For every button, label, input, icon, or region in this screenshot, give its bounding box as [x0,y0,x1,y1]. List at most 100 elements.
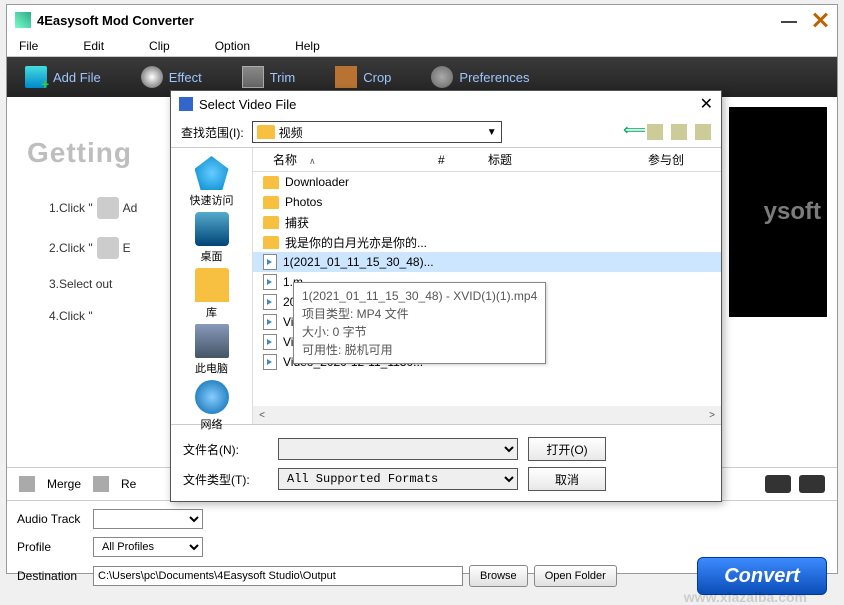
app-icon [15,12,31,28]
minimize-button[interactable] [781,21,797,23]
sidebar-desktop[interactable]: 桌面 [195,212,229,264]
video-file-icon [263,334,277,350]
video-file-icon [263,354,277,370]
sidebar-libraries[interactable]: 库 [195,268,229,320]
menu-clip[interactable]: Clip [149,39,170,53]
trim-button[interactable]: Trim [242,66,296,88]
preferences-button[interactable]: Preferences [431,66,529,88]
col-title[interactable]: 标题 [478,151,638,168]
sort-asc-icon: ∧ [299,156,316,166]
menu-file[interactable]: File [19,39,38,53]
list-item-selected[interactable]: 1(2021_01_11_15_30_48)... [253,252,721,272]
file-list-pane: 名称∧ # 标题 参与创 Downloader Photos 捕获 我是你的白月… [253,148,721,424]
file-tooltip: 1(2021_01_11_15_30_48) - XVID(1)(1).mp4 … [293,282,546,364]
network-icon [195,380,229,414]
list-item[interactable]: 捕获 [253,212,721,232]
sidebar-quick-access[interactable]: 快速访问 [190,156,234,208]
close-button[interactable] [811,11,829,29]
browse-button[interactable]: Browse [469,565,528,587]
filename-input[interactable] [278,438,518,460]
step-add-icon [97,197,119,219]
file-dialog: Select Video File ✕ 查找范围(I): 视频 ▼ ⟸ 快速访问… [170,90,722,502]
pc-icon [195,324,229,358]
filetype-select[interactable]: All Supported Formats [278,468,518,490]
scroll-right-icon[interactable]: > [703,410,721,421]
window-title: 4Easysoft Mod Converter [37,13,194,28]
merge-icon [19,476,35,492]
open-button[interactable]: 打开(O) [528,437,606,461]
view-menu-icon[interactable] [695,124,711,140]
audio-track-select[interactable] [93,509,203,529]
folder-icon [263,216,279,229]
crop-icon [335,66,357,88]
up-folder-icon[interactable] [647,124,663,140]
menu-option[interactable]: Option [215,39,250,53]
list-item[interactable]: 我是你的白月光亦是你的... [253,232,721,252]
chevron-down-icon: ▼ [487,127,497,138]
list-item[interactable]: Downloader [253,172,721,192]
desktop-icon [195,212,229,246]
effect-button[interactable]: Effect [141,66,202,88]
camera-icon[interactable] [765,475,791,493]
folder-icon [263,236,279,249]
trim-icon [242,66,264,88]
star-icon [195,156,229,190]
lookup-combo[interactable]: 视频 ▼ [252,121,502,143]
merge-button[interactable]: Merge [47,477,81,491]
preview-panel: ysoft [729,107,827,317]
menubar: File Edit Clip Option Help [7,35,837,57]
scroll-left-icon[interactable]: < [253,410,271,421]
file-list[interactable]: Downloader Photos 捕获 我是你的白月光亦是你的... 1(20… [253,172,721,406]
getting-started-heading: Getting [27,137,132,169]
back-icon[interactable]: ⟸ [623,124,639,140]
library-icon [195,268,229,302]
dialog-nav: 查找范围(I): 视频 ▼ ⟸ [171,117,721,147]
rename-icon [93,476,109,492]
dialog-title: Select Video File [199,97,296,112]
rename-button[interactable]: Re [121,477,136,491]
cancel-button[interactable]: 取消 [528,467,606,491]
snapshot-icon[interactable] [799,475,825,493]
list-item[interactable]: Photos [253,192,721,212]
new-folder-icon[interactable] [671,124,687,140]
col-name[interactable]: 名称∧ [253,151,428,168]
titlebar[interactable]: 4Easysoft Mod Converter [7,5,837,35]
places-sidebar: 快速访问 桌面 库 此电脑 网络 [171,148,253,424]
crop-button[interactable]: Crop [335,66,391,88]
steps-list: 1.Click "Ad 2.Click "E 3.Select out 4.Cl… [49,197,137,341]
folder-icon [257,125,275,139]
horizontal-scrollbar[interactable]: < > [253,406,721,424]
destination-input[interactable] [93,566,463,586]
video-file-icon [263,294,277,310]
folder-icon [263,196,279,209]
sidebar-this-pc[interactable]: 此电脑 [195,324,229,376]
gear-icon [431,66,453,88]
col-artist[interactable]: 参与创 [638,151,684,168]
video-file-icon [263,314,277,330]
lookup-label: 查找范围(I): [181,124,244,141]
audio-track-label: Audio Track [17,512,87,526]
dialog-icon [179,97,193,111]
destination-label: Destination [17,569,87,583]
col-number[interactable]: # [428,153,478,167]
video-file-icon [263,274,277,290]
watermark: www.xiazaiba.com [684,589,807,605]
filename-label: 文件名(N): [183,441,268,458]
video-file-icon [263,254,277,270]
add-file-button[interactable]: Add File [25,66,101,88]
bottom-panel: Audio Track Profile All Profiles Destina… [7,501,837,603]
folder-icon [263,176,279,189]
step-effect-icon [97,237,119,259]
open-folder-button[interactable]: Open Folder [534,565,617,587]
menu-help[interactable]: Help [295,39,320,53]
filetype-label: 文件类型(T): [183,471,268,488]
add-icon [25,66,47,88]
effect-icon [141,66,163,88]
dialog-close-button[interactable]: ✕ [700,94,713,114]
profile-label: Profile [17,540,87,554]
dialog-titlebar[interactable]: Select Video File ✕ [171,91,721,117]
menu-edit[interactable]: Edit [83,39,104,53]
column-headers[interactable]: 名称∧ # 标题 参与创 [253,148,721,172]
profile-select[interactable]: All Profiles [93,537,203,557]
dialog-footer: 文件名(N): 打开(O) 文件类型(T): All Supported For… [171,425,721,501]
